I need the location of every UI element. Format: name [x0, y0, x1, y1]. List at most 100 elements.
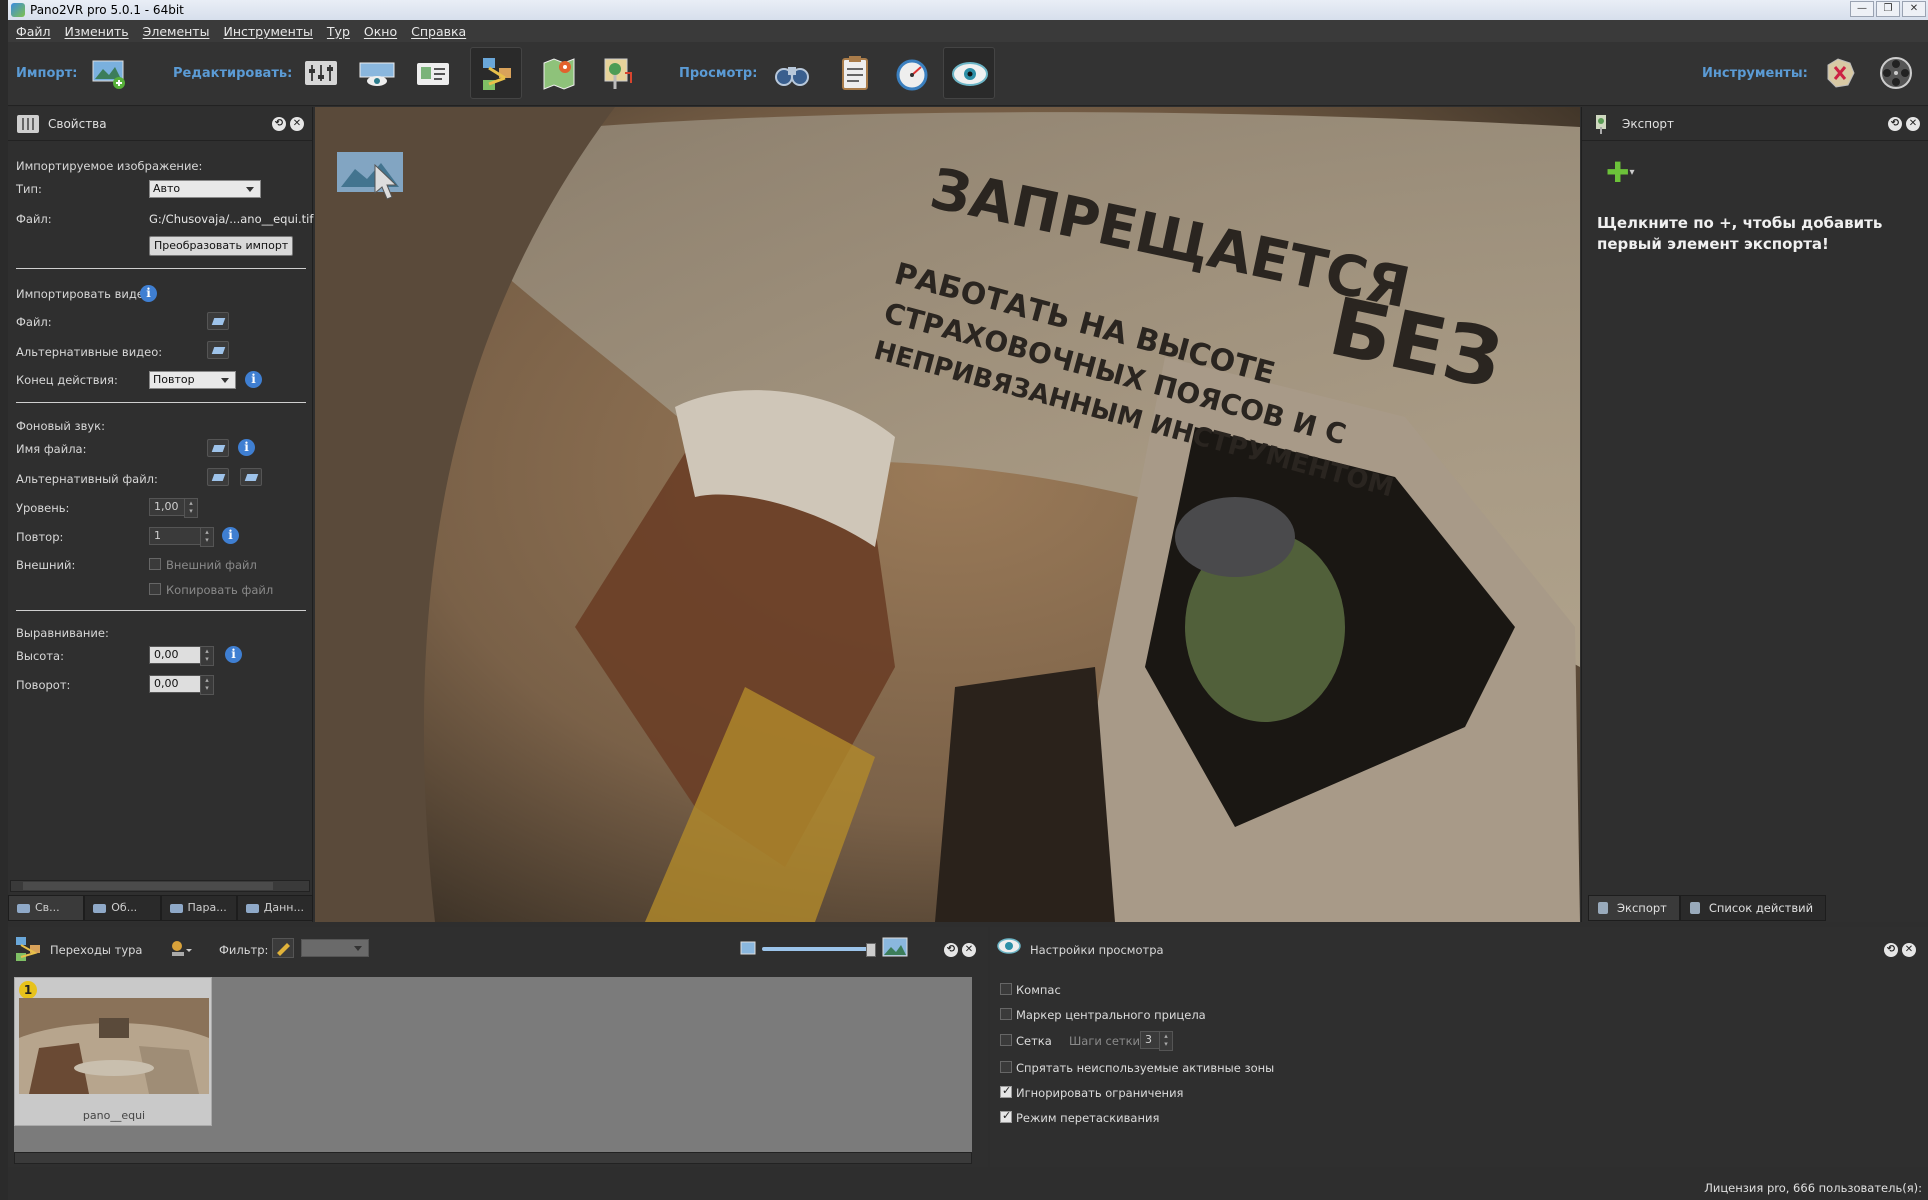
close-panel-icon[interactable]: ✕: [290, 117, 304, 131]
external-file-text: Внешний файл: [166, 558, 257, 572]
filter-select[interactable]: [301, 939, 369, 957]
menu-help[interactable]: Справка: [411, 24, 466, 39]
tour-node-grid[interactable]: 1 pano__equi: [14, 977, 972, 1152]
panorama-view-button[interactable]: [351, 47, 403, 99]
type-select[interactable]: Авто: [149, 180, 261, 198]
tour-scrollbar[interactable]: [14, 1152, 972, 1164]
tab-parameters[interactable]: Пара...: [160, 895, 237, 921]
repeat-info-icon[interactable]: i: [222, 527, 239, 544]
imported-image-label: Импортируемое изображение:: [16, 159, 203, 173]
eye-icon: [952, 62, 988, 86]
grid-steps-spinbox[interactable]: 3: [1140, 1031, 1173, 1051]
menu-tour[interactable]: Тур: [327, 24, 350, 39]
menu-edit[interactable]: Изменить: [65, 24, 129, 39]
user-data-button[interactable]: [407, 47, 459, 99]
tour-map-icon: [483, 58, 511, 90]
drag-mode-checkbox[interactable]: [1000, 1109, 1012, 1123]
properties-scrollbar[interactable]: [10, 880, 310, 892]
grid-checkbox[interactable]: [1000, 1034, 1012, 1046]
menu-window[interactable]: Окно: [364, 24, 397, 39]
tab-action-list[interactable]: Список действий: [1679, 895, 1827, 921]
patch-button[interactable]: [591, 47, 643, 99]
view-mode-button[interactable]: [943, 47, 995, 99]
undock-icon[interactable]: ⟲: [944, 943, 958, 957]
tour-node-tool-icon[interactable]: [168, 939, 192, 959]
tour-node-card[interactable]: 1 pano__equi: [14, 977, 212, 1126]
ignore-limits-checkbox[interactable]: [1000, 1084, 1012, 1098]
convert-import-button[interactable]: Преобразовать импорт: [149, 236, 294, 256]
maximize-button[interactable]: ❐: [1876, 1, 1900, 17]
film-reel-icon: [1880, 57, 1912, 89]
external-file-checkbox[interactable]: [149, 558, 161, 570]
undock-icon[interactable]: ⟲: [272, 117, 286, 131]
close-window-button[interactable]: ✕: [1902, 1, 1926, 17]
menu-elements[interactable]: Элементы: [143, 24, 210, 39]
localization-button[interactable]: [1814, 47, 1866, 99]
alt-video-open-button[interactable]: [207, 341, 229, 359]
alt-file-settings-button[interactable]: [207, 468, 229, 486]
copy-file-checkbox[interactable]: [149, 583, 161, 595]
height-info-icon[interactable]: i: [225, 646, 242, 663]
tour-links-button[interactable]: [470, 47, 522, 99]
end-action-label: Конец действия:: [16, 373, 118, 387]
export-header: Экспорт ⟲ ✕: [1582, 107, 1928, 141]
thumbnail-size-slider[interactable]: [762, 943, 876, 957]
filter-pencil-icon[interactable]: [272, 938, 294, 958]
video-file-open-button[interactable]: [207, 312, 229, 330]
output-speed-button[interactable]: [886, 47, 938, 99]
alignment-label: Выравнивание:: [16, 626, 109, 640]
tab-objects[interactable]: Об...: [84, 895, 161, 921]
import-image-button[interactable]: [83, 47, 135, 99]
height-spinbox[interactable]: 0,00: [149, 646, 214, 666]
close-panel-icon[interactable]: ✕: [1906, 117, 1920, 131]
alt-file-label: Альтернативный файл:: [16, 472, 158, 486]
import-video-label: Импортировать видео:: [16, 287, 155, 301]
preview-button[interactable]: [766, 47, 818, 99]
rotation-spinbox[interactable]: 0,00: [149, 675, 214, 695]
add-export-button[interactable]: ✚▾: [1606, 159, 1635, 187]
minimize-button[interactable]: —: [1850, 1, 1874, 17]
panorama-viewer[interactable]: ЗАПРЕЩАЕТСЯ БЕЗ РАБОТАТЬ НА ВЫСОТЕ СТРАХ…: [315, 107, 1580, 922]
video-tool-button[interactable]: [1870, 47, 1922, 99]
tab-data[interactable]: Данн...: [236, 895, 313, 921]
clipboard-icon: [842, 56, 868, 90]
import-video-info-icon[interactable]: i: [140, 285, 157, 302]
right-panel-tabs: Экспорт Список действий: [1588, 895, 1827, 921]
sound-filename-label: Имя файла:: [16, 442, 87, 456]
hide-hotspots-checkbox[interactable]: [1000, 1061, 1012, 1073]
level-spinbox[interactable]: 1,00: [149, 498, 198, 518]
sound-file-open-button[interactable]: [207, 439, 229, 457]
bg-sound-label: Фоновый звук:: [16, 419, 105, 433]
compass-checkbox[interactable]: [1000, 983, 1012, 995]
video-file-label: Файл:: [16, 315, 52, 329]
hide-hotspots-label: Спрятать неиспользуемые активные зоны: [1016, 1061, 1275, 1075]
alt-file-open-button[interactable]: [240, 468, 262, 486]
end-action-info-icon[interactable]: i: [245, 371, 262, 388]
panorama-eye-icon: [359, 62, 395, 86]
sound-file-info-icon[interactable]: i: [238, 439, 255, 456]
speedometer-icon: [896, 59, 928, 91]
viewing-params-button[interactable]: [295, 47, 347, 99]
window-title: Pano2VR pro 5.0.1 - 64bit: [30, 3, 184, 17]
close-panel-icon[interactable]: ✕: [962, 943, 976, 957]
tab-properties[interactable]: Св...: [8, 895, 85, 921]
export-icon: [1596, 115, 1606, 134]
title-bar: Pano2VR pro 5.0.1 - 64bit — ❐ ✕: [8, 0, 1928, 20]
separator: [16, 268, 306, 269]
end-action-select[interactable]: Повтор: [149, 371, 236, 389]
repeat-spinbox[interactable]: 1: [149, 527, 214, 547]
close-panel-icon[interactable]: ✕: [1902, 943, 1916, 957]
menu-file[interactable]: Файл: [16, 24, 51, 39]
map-button[interactable]: [533, 47, 585, 99]
undock-icon[interactable]: ⟲: [1884, 943, 1898, 957]
tab-export[interactable]: Экспорт: [1588, 895, 1680, 921]
id-card-icon: [417, 63, 449, 85]
report-button[interactable]: [829, 47, 881, 99]
file-label: Файл:: [16, 212, 52, 226]
crosshair-checkbox[interactable]: [1000, 1008, 1012, 1020]
menu-tools[interactable]: Инструменты: [223, 24, 312, 39]
filter-label: Фильтр:: [219, 943, 269, 957]
undock-icon[interactable]: ⟲: [1888, 117, 1902, 131]
level-label: Уровень:: [16, 501, 70, 515]
menu-bar: Файл Изменить Элементы Инструменты Тур О…: [8, 20, 1928, 42]
